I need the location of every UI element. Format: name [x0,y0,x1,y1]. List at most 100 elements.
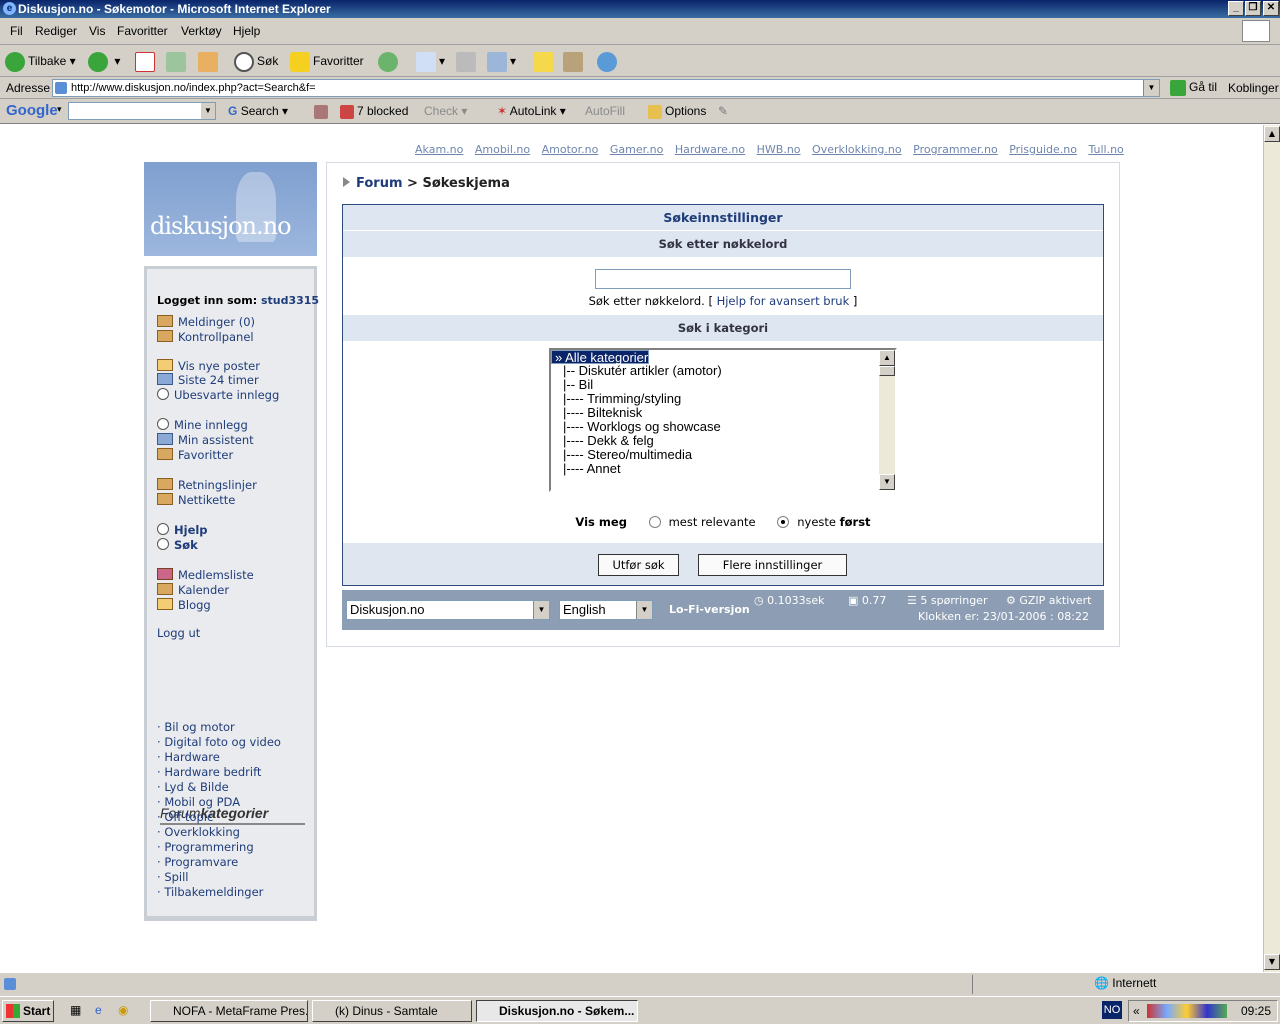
keyword-input[interactable] [595,269,851,289]
search-button[interactable]: Søk [234,50,278,72]
options-button[interactable]: Options [648,104,706,119]
category-link[interactable]: · Bil og motor [157,720,235,734]
messenger-button[interactable] [597,50,620,72]
category-link[interactable]: · Programmering [157,840,254,854]
sidebar-item-controlpanel[interactable]: Kontrollpanel [157,330,254,344]
tray-icons[interactable] [1147,1004,1227,1018]
category-option[interactable]: |---- Trimming/styling [551,392,895,406]
edit-button[interactable]: ▾ [487,50,516,72]
print-button[interactable] [456,50,479,72]
scroll-up-icon[interactable]: ▲ [879,350,895,366]
taskbar-item-metaframe[interactable]: NOFA - MetaFrame Pres... [150,1000,308,1022]
network-link[interactable]: Amotor.no [542,143,599,156]
breadcrumb-forum-link[interactable]: Forum [356,176,403,191]
scroll-down-icon[interactable]: ▼ [879,474,895,490]
sidebar-item-new-posts[interactable]: Vis nye poster [157,359,260,373]
go-button[interactable]: Gå til [1170,80,1217,96]
menu-view[interactable]: Vis [89,24,105,38]
address-input[interactable]: http://www.diskusjon.no/index.php?act=Se… [52,79,1160,97]
language-select[interactable]: English ▼ [559,600,653,620]
menu-help[interactable]: Hjelp [233,24,260,38]
network-link[interactable]: HWB.no [757,143,801,156]
links-label[interactable]: Koblinger [1228,81,1279,95]
site-logo[interactable]: diskusjon.no [144,162,317,256]
sidebar-item-search[interactable]: Søk [157,538,198,552]
more-settings-button[interactable]: Flere innstillinger [698,554,847,576]
category-link[interactable]: · Digital foto og video [157,735,281,749]
stop-button[interactable] [135,50,158,72]
back-button[interactable]: Tilbake ▾ [5,50,76,72]
sidebar-item-calendar[interactable]: Kalender [157,583,229,597]
network-link[interactable]: Hardware.no [675,143,745,156]
menu-edit[interactable]: Rediger [35,24,77,38]
minimize-button[interactable]: _ [1228,1,1244,16]
google-menu-dropdown-icon[interactable]: ▾ [57,104,62,115]
google-input-dropdown-icon[interactable]: ▼ [201,103,215,119]
category-option[interactable]: » Alle kategorier [551,350,650,365]
mail-button[interactable]: ▾ [416,50,445,72]
sidebar-item-assistant[interactable]: Min assistent [157,433,254,447]
network-link[interactable]: Amobil.no [475,143,530,156]
lofi-link[interactable]: Lo-Fi-versjon [669,603,750,616]
category-link[interactable]: · Lyd & Bilde [157,780,229,794]
network-link[interactable]: Prisguide.no [1009,143,1077,156]
page-scrollbar[interactable]: ▲ ▼ [1263,125,1280,972]
category-option[interactable]: |-- Diskutér artikler (amotor) [551,364,895,378]
sidebar-item-last-24h[interactable]: Siste 24 timer [157,373,259,387]
category-link[interactable]: · Off topic [157,810,213,824]
quicklaunch-media-icon[interactable]: ◉ [118,1003,128,1017]
category-scrollbar[interactable]: ▲ ▼ [879,350,895,490]
notes-button[interactable] [533,50,556,72]
username-link[interactable]: stud3315 [261,294,319,307]
scroll-down-icon[interactable]: ▼ [1264,954,1280,970]
tray-expand-icon[interactable]: « [1133,1001,1140,1021]
research-button[interactable] [563,50,586,72]
category-option[interactable]: |-- Bil [551,378,895,392]
popup-blocker-button[interactable]: 7 blocked [340,104,408,119]
category-link[interactable]: · Overklokking [157,825,240,839]
menu-favorites[interactable]: Favoritter [117,24,168,38]
sidebar-item-unanswered[interactable]: Ubesvarte innlegg [157,388,279,402]
address-dropdown-icon[interactable]: ▼ [1143,80,1159,96]
start-button[interactable]: Start [2,1000,54,1022]
restore-button[interactable]: ❐ [1245,1,1261,16]
quicklaunch-desktop-icon[interactable]: ▦ [70,1003,81,1017]
category-link[interactable]: · Hardware bedrift [157,765,261,779]
network-link[interactable]: Tull.no [1088,143,1123,156]
category-option[interactable]: |---- Stereo/multimedia [551,448,895,462]
sidebar-item-favorites[interactable]: Favoritter [157,448,233,462]
category-option[interactable]: |---- Dekk & felg [551,434,895,448]
favorites-button[interactable]: Favoritter [290,50,364,72]
spell-check-button[interactable]: Check ▾ [424,104,467,118]
history-button[interactable] [378,50,401,72]
skin-select[interactable]: Diskusjon.no ▼ [346,600,550,620]
category-option[interactable]: |---- Bilteknisk [551,406,895,420]
close-button[interactable]: ✕ [1263,1,1279,16]
taskbar-item-ie[interactable]: Diskusjon.no - Søkem... [476,1000,638,1022]
menu-tools[interactable]: Verktøy [181,24,222,38]
sidebar-item-blog[interactable]: Blogg [157,598,211,612]
sidebar-item-members[interactable]: Medlemsliste [157,568,254,582]
network-link[interactable]: Overklokking.no [812,143,902,156]
category-option[interactable]: |---- Worklogs og showcase [551,420,895,434]
sidebar-item-my-posts[interactable]: Mine innlegg [157,418,248,432]
menu-file[interactable]: Fil [10,24,23,38]
submit-search-button[interactable]: Utfør søk [598,554,679,576]
home-button[interactable] [198,50,221,72]
sidebar-item-help[interactable]: Hjelp [157,523,208,537]
network-link[interactable]: Gamer.no [610,143,663,156]
category-link[interactable]: · Mobil og PDA [157,795,240,809]
google-logo[interactable]: Google [6,102,58,119]
radio-most-relevant[interactable] [648,516,661,528]
advanced-help-link[interactable]: Hjelp for avansert bruk [717,294,850,308]
language-indicator[interactable]: NO [1102,1001,1122,1019]
category-option[interactable]: |---- Annet [551,462,895,476]
sidebar-item-guidelines[interactable]: Retningslinjer [157,478,257,492]
sidebar-item-logout[interactable]: Logg ut [157,626,200,640]
refresh-button[interactable] [166,50,189,72]
network-link[interactable]: Programmer.no [913,143,998,156]
category-listbox[interactable]: » Alle kategorier Bil og motor |-- Disku… [549,348,897,492]
google-search-input[interactable]: ▼ [68,102,216,120]
sidebar-item-messages[interactable]: Meldinger (0) [157,315,255,329]
autofill-button[interactable]: AutoFill [585,104,625,118]
